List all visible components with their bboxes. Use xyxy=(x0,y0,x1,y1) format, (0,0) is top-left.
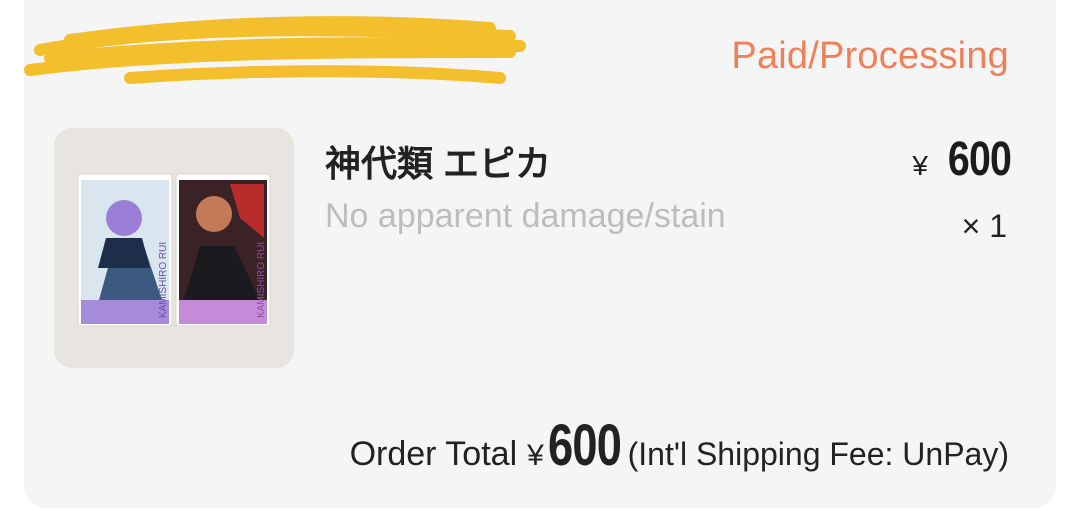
product-title[interactable]: 神代類 エピカ xyxy=(325,135,551,187)
price-currency: ¥ xyxy=(912,150,928,181)
card-image-right: KAMISHIRO RUI xyxy=(175,173,271,327)
shipping-fee-note: (Int'l Shipping Fee: UnPay) xyxy=(627,436,1009,472)
order-total: Order Total ¥ 600 (Int'l Shipping Fee: U… xyxy=(350,412,1009,479)
order-total-label: Order Total xyxy=(349,435,518,473)
product-quantity: × 1 xyxy=(961,208,1007,244)
order-status: Paid/Processing xyxy=(731,35,1009,77)
redacted-shop-name xyxy=(24,16,526,84)
order-total-amount: 600 xyxy=(547,413,622,478)
card-image-left: KAMISHIRO RUI xyxy=(77,173,173,327)
product-price: ¥ 600 xyxy=(912,132,1011,187)
card-caption-left: KAMISHIRO RUI xyxy=(158,242,169,318)
price-amount: 600 xyxy=(947,133,1012,186)
product-thumbnail[interactable]: KAMISHIRO RUI KAMISHIRO RUI xyxy=(54,128,294,368)
product-condition: No apparent damage/stain xyxy=(325,197,726,235)
order-total-currency: ¥ xyxy=(527,439,544,472)
card-caption-right: KAMISHIRO RUI xyxy=(256,242,267,318)
